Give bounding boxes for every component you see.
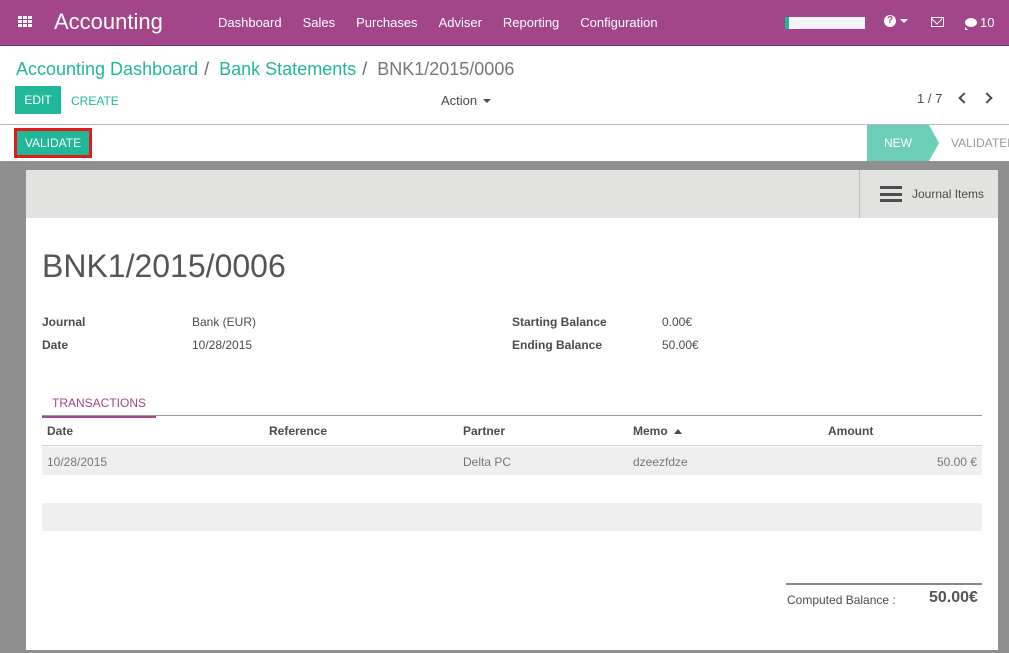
help-menu[interactable]: ? <box>884 15 908 27</box>
messages-button[interactable]: 10 <box>965 15 994 30</box>
menu-sales[interactable]: Sales <box>303 15 336 30</box>
smart-button-box: Journal Items <box>26 170 998 218</box>
column-partner[interactable]: Partner <box>463 424 505 438</box>
cell-amount: 50.00 € <box>936 455 977 469</box>
question-icon: ? <box>884 15 896 27</box>
validate-button[interactable]: VALIDATE <box>14 128 92 158</box>
action-dropdown[interactable]: Action <box>441 93 492 108</box>
edit-button[interactable]: EDIT <box>15 86 61 114</box>
table-header: Date Reference Partner Memo Amount <box>42 416 982 446</box>
top-navbar: Accounting Dashboard Sales Purchases Adv… <box>0 0 1009 46</box>
menu-purchases[interactable]: Purchases <box>356 15 417 30</box>
table-footer-row <box>42 503 982 531</box>
column-memo-label: Memo <box>633 424 668 438</box>
menu-dashboard[interactable]: Dashboard <box>218 15 282 30</box>
breadcrumb-bank-statements[interactable]: Bank Statements <box>219 59 356 80</box>
mail-icon[interactable] <box>931 17 944 27</box>
breadcrumb-separator: / <box>362 59 368 79</box>
journal-value: Bank (EUR) <box>192 315 257 329</box>
main-menu: Dashboard Sales Purchases Adviser Report… <box>218 15 679 30</box>
starting-balance-value: 0.00€ <box>662 315 693 329</box>
menu-reporting[interactable]: Reporting <box>503 15 559 30</box>
caret-down-icon <box>900 19 908 23</box>
stage-arrow <box>929 125 939 161</box>
messages-count: 10 <box>980 15 995 30</box>
list-icon <box>880 186 902 202</box>
sort-ascending-icon <box>673 429 682 435</box>
computed-balance-value: 50.00€ <box>929 589 978 606</box>
action-label: Action <box>441 93 478 108</box>
date-label: Date <box>42 338 69 352</box>
breadcrumb: Accounting Dashboard / Bank Statements /… <box>16 59 514 80</box>
pager-next-icon[interactable] <box>981 92 993 104</box>
journal-label: Journal <box>42 315 86 329</box>
stage-new[interactable]: NEW <box>867 125 929 161</box>
journal-items-label: Journal Items <box>912 187 985 201</box>
apps-grid-icon[interactable] <box>18 16 32 29</box>
menu-adviser[interactable]: Adviser <box>439 15 482 30</box>
starting-balance-label: Starting Balance <box>512 315 607 329</box>
ending-balance-label: Ending Balance <box>512 338 603 352</box>
record-title: BNK1/2015/0006 <box>42 248 286 284</box>
total-divider <box>786 583 982 585</box>
pager-value: 1 / 7 <box>917 91 943 106</box>
menu-configuration[interactable]: Configuration <box>580 15 657 30</box>
column-reference[interactable]: Reference <box>269 424 327 438</box>
stage-validated[interactable]: VALIDATED <box>951 125 1009 161</box>
chat-bubble-icon <box>965 18 977 30</box>
loading-progress-bar <box>785 17 865 29</box>
computed-balance-label: Computed Balance : <box>787 593 896 607</box>
breadcrumb-accounting-dashboard[interactable]: Accounting Dashboard <box>16 59 198 80</box>
form-statusbar <box>0 125 1009 161</box>
column-amount[interactable]: Amount <box>828 424 873 438</box>
column-memo[interactable]: Memo <box>633 424 682 438</box>
ending-balance-value: 50.00€ <box>662 338 699 352</box>
breadcrumb-separator: / <box>204 59 210 79</box>
create-button[interactable]: CREATE <box>71 94 119 108</box>
cell-date: 10/28/2015 <box>47 455 108 469</box>
breadcrumb-current: BNK1/2015/0006 <box>377 59 515 79</box>
pager-previous-icon[interactable] <box>958 92 970 104</box>
table-row[interactable]: 10/28/2015 Delta PC dzeezfdze 50.00 € <box>42 447 982 475</box>
cell-partner: Delta PC <box>463 455 512 469</box>
date-value: 10/28/2015 <box>192 338 253 352</box>
journal-items-button[interactable]: Journal Items <box>859 170 998 218</box>
form-sheet: Journal Items BNK1/2015/0006 Journal Ban… <box>26 170 998 650</box>
caret-down-icon <box>483 98 492 103</box>
app-title: Accounting <box>54 9 163 34</box>
column-date[interactable]: Date <box>47 424 73 438</box>
cell-memo: dzeezfdze <box>633 455 688 469</box>
